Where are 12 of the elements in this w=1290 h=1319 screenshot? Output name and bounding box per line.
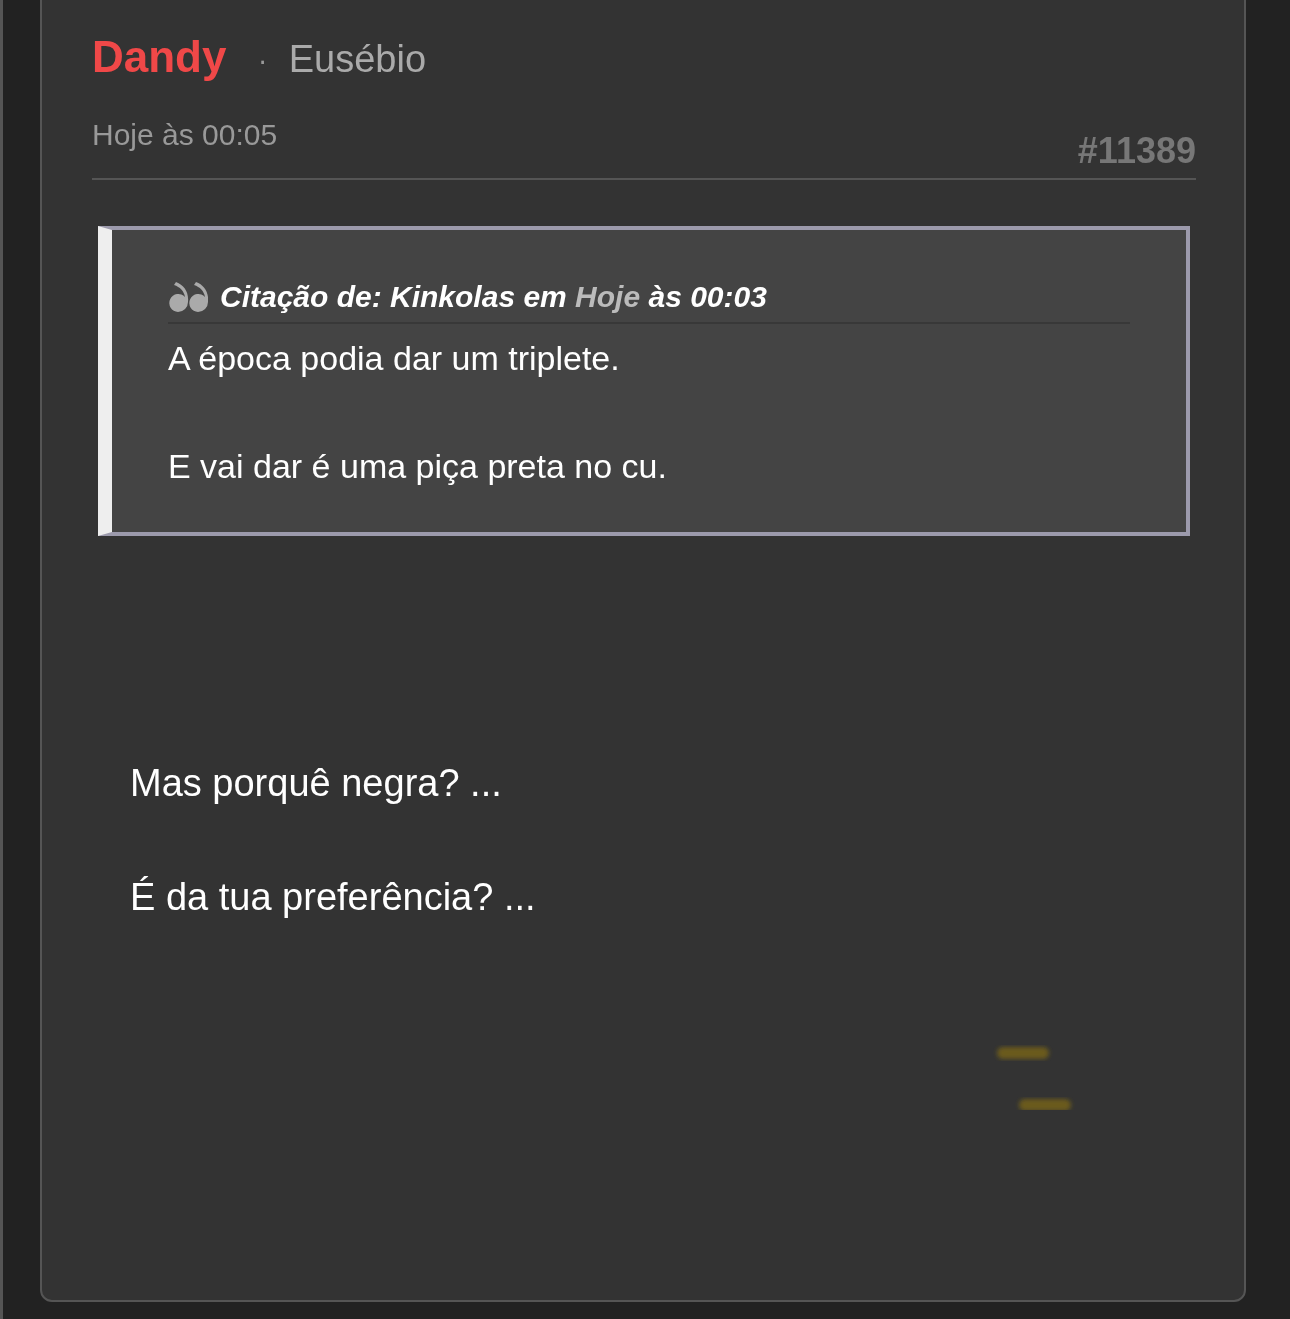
user-rank: Eusébio <box>288 38 427 81</box>
post-number[interactable]: #11389 <box>1077 130 1196 172</box>
author-name[interactable]: Dandy <box>92 32 227 82</box>
quote-text: A época podia dar um triplete. <box>168 338 621 379</box>
post-time: Hoje às 00:05 <box>92 118 278 152</box>
quote-attribution: Citação de: Kinkolas em Hoje às 00:03 <box>220 280 767 314</box>
post-text: Mas porquê negra? ... <box>130 761 503 806</box>
quote-text: E vai dar é uma piça preta no cu. <box>168 446 668 487</box>
quote-icon <box>168 282 208 312</box>
date-link[interactable]: Hoje <box>575 280 641 313</box>
post-text: É da tua preferência? ... <box>130 875 537 920</box>
separator: · <box>258 48 267 78</box>
